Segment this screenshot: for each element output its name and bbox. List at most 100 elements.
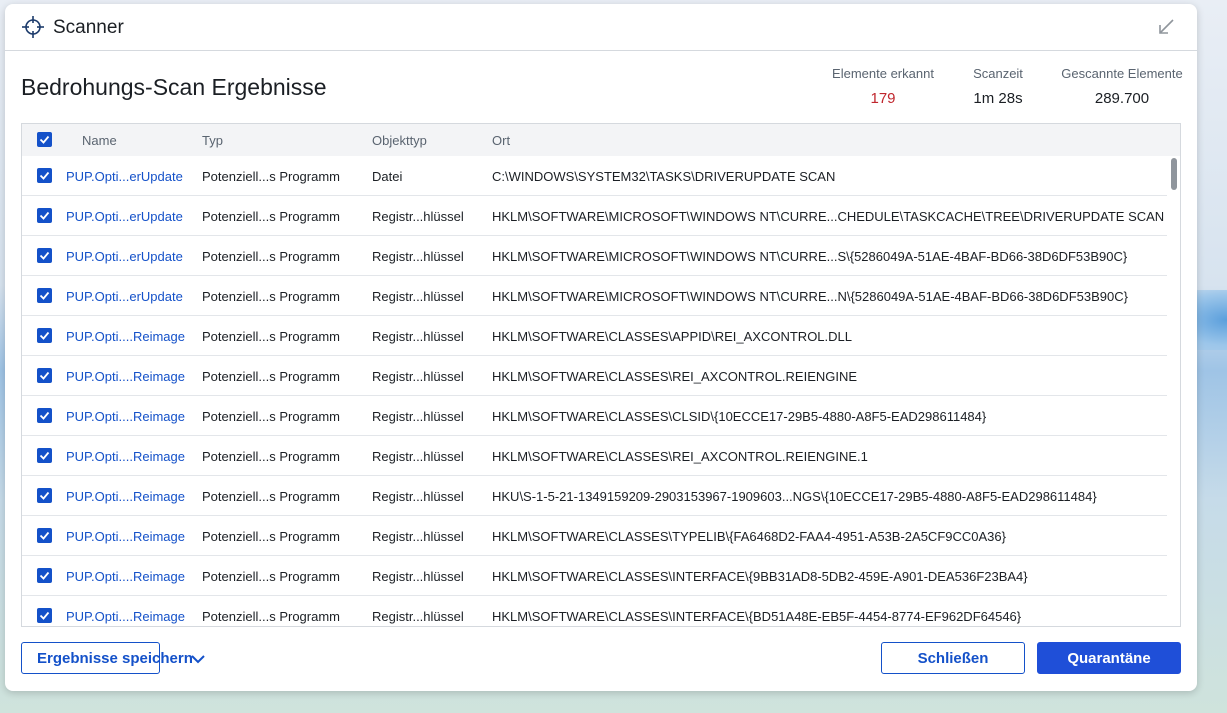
stat-scanned: Gescannte Elemente 289.700 <box>1058 66 1186 107</box>
row-checkbox[interactable] <box>37 568 52 583</box>
row-name-link[interactable]: PUP.Opti....Reimage <box>66 529 185 544</box>
row-objekttyp: Datei <box>372 169 403 184</box>
check-icon <box>39 331 50 340</box>
table-row[interactable]: PUP.Opti....Reimage Potenziell...s Progra… <box>22 516 1167 556</box>
titlebar: Scanner <box>5 4 1197 51</box>
select-all-checkbox[interactable] <box>37 132 52 147</box>
row-checkbox[interactable] <box>37 448 52 463</box>
row-name-link[interactable]: PUP.Opti....Reimage <box>66 449 185 464</box>
row-name-link[interactable]: PUP.Opti....Reimage <box>66 569 185 584</box>
row-checkbox[interactable] <box>37 248 52 263</box>
table-row[interactable]: PUP.Opti...erUpdate Potenziell...s Progra… <box>22 236 1167 276</box>
page-title: Bedrohungs-Scan Ergebnisse <box>21 74 327 100</box>
row-ort: HKLM\SOFTWARE\CLASSES\CLSID\{10ECCE17-29… <box>492 409 987 424</box>
row-typ: Potenziell...s Programm <box>202 289 340 304</box>
table-row[interactable]: PUP.Opti...erUpdate Potenziell...s Progra… <box>22 156 1167 196</box>
arrow-down-left-icon[interactable] <box>1157 18 1175 36</box>
table-header: Name Typ Objekttyp Ort <box>22 124 1180 156</box>
row-checkbox[interactable] <box>37 408 52 423</box>
stat-detected-value: 179 <box>870 90 896 107</box>
check-icon <box>39 411 50 420</box>
row-typ: Potenziell...s Programm <box>202 369 340 384</box>
stat-scantime: Scanzeit 1m 28s <box>958 66 1038 107</box>
table-row[interactable]: PUP.Opti....Reimage Potenziell...s Progra… <box>22 596 1167 626</box>
check-icon <box>39 171 50 180</box>
scanner-window: Scanner Bedrohungs-Scan Ergebnisse Eleme… <box>5 4 1197 691</box>
check-icon <box>39 611 50 620</box>
row-name-link[interactable]: PUP.Opti....Reimage <box>66 329 185 344</box>
scrollbar[interactable] <box>1171 158 1177 190</box>
column-header-objekttyp[interactable]: Objekttyp <box>372 133 427 148</box>
row-checkbox[interactable] <box>37 608 52 623</box>
row-name-link[interactable]: PUP.Opti...erUpdate <box>66 289 183 304</box>
row-typ: Potenziell...s Programm <box>202 209 340 224</box>
check-icon <box>39 211 50 220</box>
row-objekttyp: Registr...hlüssel <box>372 609 464 624</box>
row-checkbox[interactable] <box>37 208 52 223</box>
row-objekttyp: Registr...hlüssel <box>372 289 464 304</box>
row-checkbox[interactable] <box>37 168 52 183</box>
row-typ: Potenziell...s Programm <box>202 329 340 344</box>
row-name-link[interactable]: PUP.Opti....Reimage <box>66 409 185 424</box>
table-row[interactable]: PUP.Opti....Reimage Potenziell...s Progra… <box>22 396 1167 436</box>
row-name-link[interactable]: PUP.Opti...erUpdate <box>66 249 183 264</box>
row-ort: HKLM\SOFTWARE\MICROSOFT\WINDOWS NT\CURRE… <box>492 209 1165 224</box>
table-row[interactable]: PUP.Opti....Reimage Potenziell...s Progra… <box>22 476 1167 516</box>
quarantine-button[interactable]: Quarantäne <box>1037 642 1181 674</box>
close-button[interactable]: Schließen <box>881 642 1025 674</box>
column-header-name[interactable]: Name <box>82 133 117 148</box>
row-checkbox[interactable] <box>37 368 52 383</box>
column-header-ort[interactable]: Ort <box>492 133 510 148</box>
row-ort: HKLM\SOFTWARE\CLASSES\INTERFACE\{9BB31AD… <box>492 569 1028 584</box>
row-ort: HKU\S-1-5-21-1349159209-2903153967-19096… <box>492 489 1097 504</box>
row-objekttyp: Registr...hlüssel <box>372 329 464 344</box>
row-name-link[interactable]: PUP.Opti...erUpdate <box>66 169 183 184</box>
check-icon <box>39 371 50 380</box>
check-icon <box>39 571 50 580</box>
row-ort: HKLM\SOFTWARE\CLASSES\INTERFACE\{BD51A48… <box>492 609 1022 624</box>
row-checkbox[interactable] <box>37 288 52 303</box>
row-objekttyp: Registr...hlüssel <box>372 409 464 424</box>
row-typ: Potenziell...s Programm <box>202 609 340 624</box>
stat-scantime-value: 1m 28s <box>973 90 1023 107</box>
row-name-link[interactable]: PUP.Opti....Reimage <box>66 609 185 624</box>
row-checkbox[interactable] <box>37 528 52 543</box>
check-icon <box>39 451 50 460</box>
chevron-down-icon[interactable] <box>190 651 206 667</box>
table-body: PUP.Opti...erUpdate Potenziell...s Progra… <box>22 156 1167 626</box>
save-results-label: Ergebnisse speichern <box>37 649 193 667</box>
stat-scanned-label: Gescannte Elemente <box>1061 66 1183 81</box>
stat-scanned-value: 289.700 <box>1094 90 1150 107</box>
row-objekttyp: Registr...hlüssel <box>372 529 464 544</box>
table-row[interactable]: PUP.Opti...erUpdate Potenziell...s Progra… <box>22 196 1167 236</box>
table-row[interactable]: PUP.Opti....Reimage Potenziell...s Progra… <box>22 356 1167 396</box>
row-name-link[interactable]: PUP.Opti....Reimage <box>66 369 185 384</box>
row-objekttyp: Registr...hlüssel <box>372 569 464 584</box>
row-checkbox[interactable] <box>37 488 52 503</box>
row-objekttyp: Registr...hlüssel <box>372 249 464 264</box>
row-objekttyp: Registr...hlüssel <box>372 489 464 504</box>
row-objekttyp: Registr...hlüssel <box>372 369 464 384</box>
window-title: Scanner <box>53 17 124 38</box>
row-ort: C:\WINDOWS\SYSTEM32\TASKS\DRIVERUPDATE S… <box>492 169 836 184</box>
row-ort: HKLM\SOFTWARE\MICROSOFT\WINDOWS NT\CURRE… <box>492 289 1128 304</box>
save-results-button[interactable]: Ergebnisse speichern <box>21 642 205 674</box>
stat-detected-label: Elemente erkannt <box>832 66 934 81</box>
table-row[interactable]: PUP.Opti....Reimage Potenziell...s Progra… <box>22 556 1167 596</box>
row-typ: Potenziell...s Programm <box>202 489 340 504</box>
row-checkbox[interactable] <box>37 328 52 343</box>
row-name-link[interactable]: PUP.Opti...erUpdate <box>66 209 183 224</box>
row-ort: HKLM\SOFTWARE\CLASSES\APPID\REI_AXCONTRO… <box>492 329 852 344</box>
check-icon <box>39 531 50 540</box>
column-header-typ[interactable]: Typ <box>202 133 223 148</box>
table-row[interactable]: PUP.Opti....Reimage Potenziell...s Progra… <box>22 436 1167 476</box>
row-typ: Potenziell...s Programm <box>202 569 340 584</box>
stat-detected: Elemente erkannt 179 <box>823 66 943 107</box>
row-name-link[interactable]: PUP.Opti....Reimage <box>66 489 185 504</box>
table-row[interactable]: PUP.Opti....Reimage Potenziell...s Progra… <box>22 316 1167 356</box>
row-typ: Potenziell...s Programm <box>202 249 340 264</box>
results-table: Name Typ Objekttyp Ort PUP.Opti...erUpda… <box>21 123 1181 627</box>
row-typ: Potenziell...s Programm <box>202 169 340 184</box>
table-row[interactable]: PUP.Opti...erUpdate Potenziell...s Progra… <box>22 276 1167 316</box>
row-ort: HKLM\SOFTWARE\CLASSES\TYPELIB\{FA6468D2-… <box>492 529 1006 544</box>
